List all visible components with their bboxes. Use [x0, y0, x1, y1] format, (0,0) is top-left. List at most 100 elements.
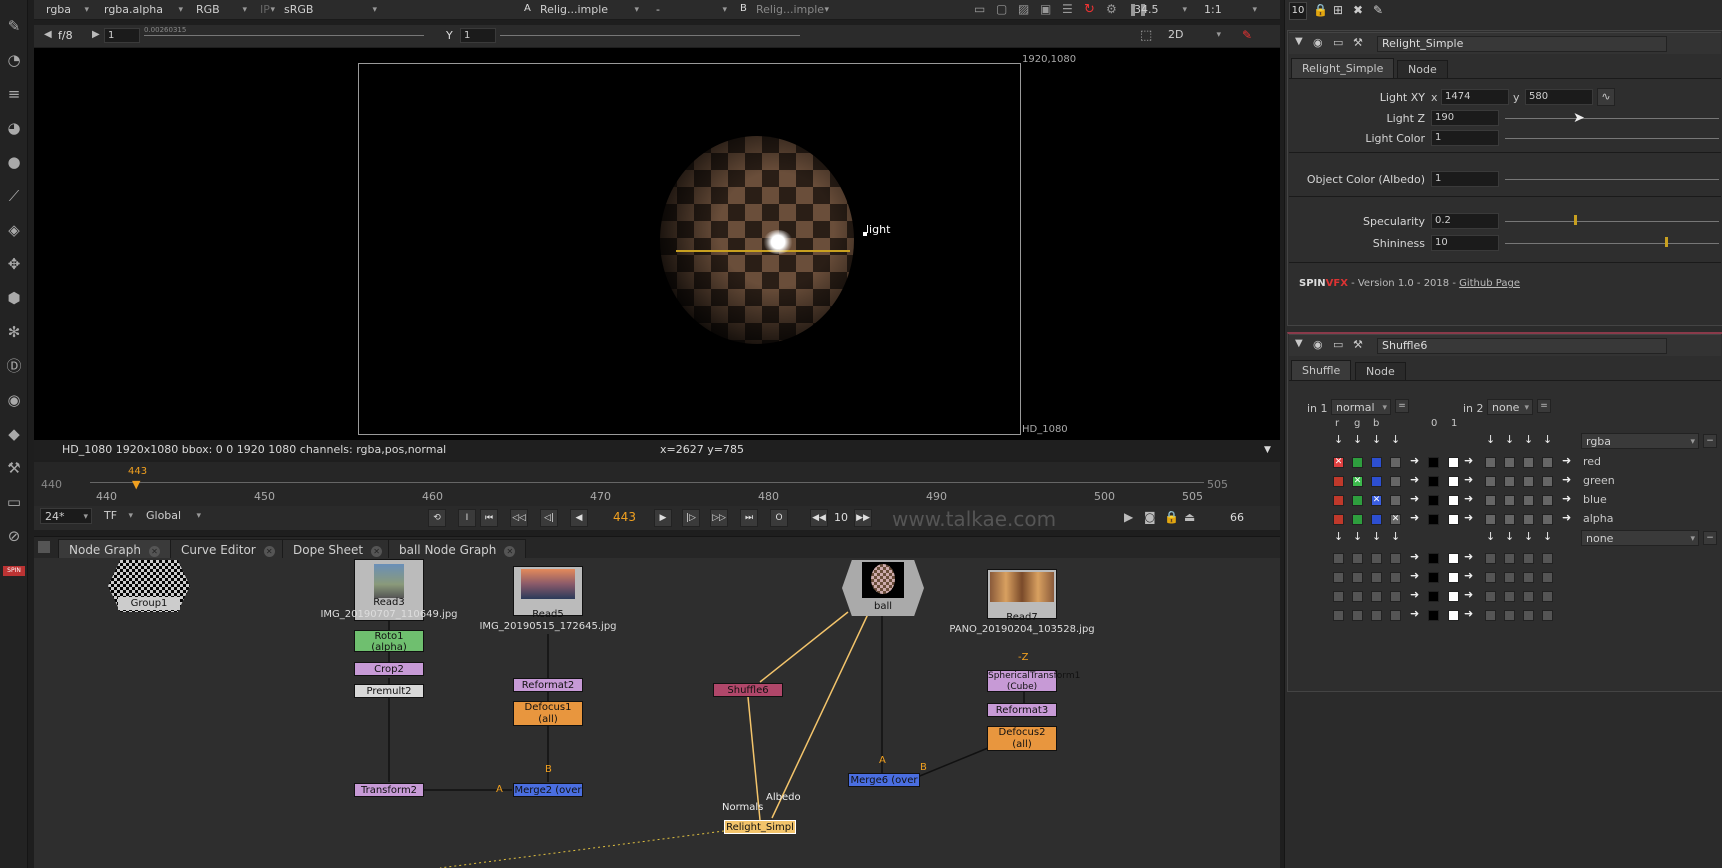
collapse-icon[interactable]: ▼: [1295, 338, 1303, 349]
out1-dropdown[interactable]: rgba: [1581, 433, 1699, 450]
shuffle-cell[interactable]: [1390, 591, 1401, 602]
const-0-cell[interactable]: [1428, 457, 1439, 468]
const-0-cell[interactable]: [1428, 572, 1439, 583]
wrench-icon[interactable]: ⚒: [1353, 36, 1363, 49]
shuffle-out-cell[interactable]: [1542, 591, 1553, 602]
const-1-cell[interactable]: [1448, 476, 1459, 487]
shuffle-cell[interactable]: [1371, 591, 1382, 602]
spherical-transform-node[interactable]: SphericalTransform1 (Cube): [987, 670, 1080, 692]
reformat2-node[interactable]: Reformat2: [513, 678, 583, 692]
const-1-cell[interactable]: [1448, 610, 1459, 621]
specularity-handle[interactable]: [1574, 215, 1577, 225]
clear-icon[interactable]: ✖: [1353, 3, 1363, 17]
shuffle-cell[interactable]: [1333, 591, 1344, 602]
shuffle-cell[interactable]: [1333, 610, 1344, 621]
specularity-slider[interactable]: [1505, 221, 1719, 222]
shuffle-out-cell[interactable]: [1523, 495, 1534, 506]
wrench-icon[interactable]: ⚒: [1353, 338, 1363, 351]
shuffle-out-cell[interactable]: [1542, 572, 1553, 583]
const-0-cell[interactable]: [1428, 553, 1439, 564]
float-panel-icon[interactable]: ▭: [1333, 36, 1343, 49]
shuffle-out-cell[interactable]: [1523, 553, 1534, 564]
defocus2-node[interactable]: Defocus2 (all): [987, 726, 1057, 751]
reformat3-node[interactable]: Reformat3: [987, 703, 1057, 717]
shuffle-out-cell[interactable]: [1485, 610, 1496, 621]
out1-minus-button[interactable]: −: [1703, 434, 1717, 448]
roto1-node[interactable]: Roto1 (alpha): [354, 630, 424, 653]
const-1-cell[interactable]: [1448, 553, 1459, 564]
float-panel-icon[interactable]: ▭: [1333, 338, 1343, 351]
shuffle-cell[interactable]: [1390, 572, 1401, 583]
defocus1-node[interactable]: Defocus1 (all): [513, 701, 583, 726]
merge6-node[interactable]: Merge6 (over: [848, 773, 920, 787]
shuffle-cell[interactable]: [1352, 495, 1363, 506]
const-0-cell[interactable]: [1428, 495, 1439, 506]
shuffle-out-cell[interactable]: [1523, 514, 1534, 525]
shuffle-out-cell[interactable]: [1523, 476, 1534, 487]
shuffle-cell[interactable]: [1352, 553, 1363, 564]
shuffle-out-cell[interactable]: [1485, 514, 1496, 525]
relight-simple-node[interactable]: Relight_Simpl: [724, 820, 796, 834]
const-1-cell[interactable]: [1448, 457, 1459, 468]
shuffle-cell[interactable]: [1333, 476, 1344, 487]
const-0-cell[interactable]: [1428, 591, 1439, 602]
shuffle-cell[interactable]: [1371, 572, 1382, 583]
transform2-node[interactable]: Transform2: [354, 783, 424, 797]
shininess-field[interactable]: 10: [1431, 235, 1499, 251]
light-z-field[interactable]: 190: [1431, 110, 1499, 126]
shuffle-cell[interactable]: [1352, 610, 1363, 621]
shuffle-out-cell[interactable]: [1542, 610, 1553, 621]
shuffle-out-cell[interactable]: [1504, 610, 1515, 621]
edit-icon[interactable]: ✎: [1373, 3, 1383, 17]
const-1-cell[interactable]: [1448, 591, 1459, 602]
albedo-field[interactable]: 1: [1431, 171, 1499, 187]
specularity-field[interactable]: 0.2: [1431, 213, 1499, 229]
tab-shuffle[interactable]: Shuffle: [1291, 360, 1352, 380]
shuffle-cell[interactable]: [1371, 476, 1382, 487]
shuffle-out-cell[interactable]: [1485, 476, 1496, 487]
shuffle-out-cell[interactable]: [1504, 457, 1515, 468]
curve-icon[interactable]: ∿: [1597, 88, 1615, 106]
shuffle-out-cell[interactable]: [1485, 457, 1496, 468]
shuffle-out-cell[interactable]: [1504, 476, 1515, 487]
shuffle-cell[interactable]: ✕: [1390, 514, 1401, 525]
shuffle-cell[interactable]: [1371, 514, 1382, 525]
collapse-icon[interactable]: ▼: [1295, 36, 1303, 47]
light-z-slider[interactable]: [1505, 118, 1719, 119]
premult2-node[interactable]: Premult2: [354, 684, 424, 698]
github-link[interactable]: Github Page: [1459, 278, 1520, 289]
const-1-cell[interactable]: [1448, 572, 1459, 583]
shuffle6-node[interactable]: Shuffle6: [713, 683, 783, 697]
lock-icon[interactable]: 🔒: [1313, 3, 1328, 17]
albedo-slider[interactable]: [1505, 179, 1719, 180]
shuffle-cell[interactable]: ✕: [1333, 457, 1344, 468]
shuffle-out-cell[interactable]: [1542, 514, 1553, 525]
shuffle-cell[interactable]: [1333, 553, 1344, 564]
shuffle-out-cell[interactable]: [1504, 495, 1515, 506]
shuffle-out-cell[interactable]: [1504, 591, 1515, 602]
crop2-node[interactable]: Crop2: [354, 662, 424, 676]
in1-dropdown[interactable]: normal: [1331, 399, 1391, 416]
light-x-field[interactable]: 1474: [1441, 89, 1509, 105]
in1-equal-button[interactable]: =: [1395, 399, 1409, 413]
shuffle-out-cell[interactable]: [1485, 495, 1496, 506]
shuffle-cell[interactable]: ✕: [1352, 476, 1363, 487]
shuffle-out-cell[interactable]: [1485, 591, 1496, 602]
shuffle-out-cell[interactable]: [1504, 553, 1515, 564]
shininess-handle[interactable]: [1665, 237, 1668, 247]
shuffle-out-cell[interactable]: [1523, 457, 1534, 468]
shuffle-cell[interactable]: [1352, 514, 1363, 525]
shuffle-cell[interactable]: [1390, 610, 1401, 621]
shuffle-cell[interactable]: [1352, 572, 1363, 583]
const-1-cell[interactable]: [1448, 514, 1459, 525]
light-color-slider[interactable]: [1505, 138, 1719, 139]
shuffle-cell[interactable]: ✕: [1371, 495, 1382, 506]
const-0-cell[interactable]: [1428, 514, 1439, 525]
shuffle-cell[interactable]: [1333, 514, 1344, 525]
shuffle-cell[interactable]: [1390, 495, 1401, 506]
node-name-field[interactable]: Shuffle6: [1377, 338, 1667, 354]
shuffle-out-cell[interactable]: [1542, 457, 1553, 468]
shininess-slider[interactable]: [1505, 243, 1719, 244]
shuffle-cell[interactable]: [1352, 591, 1363, 602]
shuffle-cell[interactable]: [1390, 457, 1401, 468]
